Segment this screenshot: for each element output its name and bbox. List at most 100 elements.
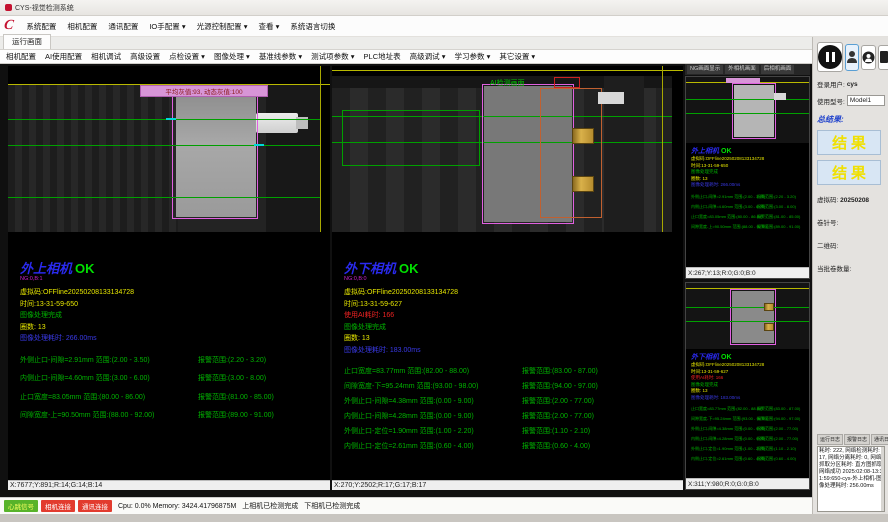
pause-button[interactable] [817, 42, 843, 72]
window-title: CYS-视觉检测系统 [15, 3, 74, 13]
model-select[interactable]: Model1 [847, 95, 885, 106]
log-tab[interactable]: 通讯日志 [871, 434, 888, 445]
measure-line-green [686, 99, 809, 100]
toolbar-item[interactable]: 图像处理 ▾ [214, 51, 250, 62]
toolbar-item[interactable]: 其它设置 ▾ [499, 51, 535, 62]
login-user-value: cys [847, 81, 858, 88]
toolbar-item[interactable]: 学习参数 ▾ [454, 51, 490, 62]
edge-tick-cyan [254, 144, 264, 146]
alarm-range: 报警范围:(94.00 - 97.00) [757, 416, 809, 422]
operator-button[interactable] [861, 45, 876, 70]
log-tab[interactable]: 报警日志 [844, 434, 870, 445]
info-line: 图像处理完成 [20, 310, 330, 322]
ng-tab[interactable]: 外相机画面 [725, 65, 759, 74]
alarm-range: 报警范围:(83.00 - 87.00) [522, 366, 683, 376]
log-text: 耗时: 222, 网络检测耗时: 17, 网络分离耗时: 0, 网络抓取分区耗时… [819, 448, 883, 489]
log-output[interactable]: 耗时: 222, 网络检测耗时: 17, 网络分离耗时: 0, 网络抓取分区耗时… [817, 446, 885, 512]
measurement-row: 外侧止口-间隙=4.38mm 范围:(0.00 - 9.00) 报警范围:(2.… [344, 396, 683, 406]
alarm-range: 报警范围:(2.00 - 77.00) [522, 411, 683, 421]
measurement-row: 内侧止口-间隙=4.60mm 范围:(3.00 - 6.00) 报警范围:(3.… [20, 373, 330, 383]
measurement-value: 内侧止口-间隙=4.60mm 范围:(3.00 - 6.00) [20, 373, 198, 383]
roi-box-magenta [732, 83, 776, 139]
tool-bar: 相机配置 AI使用配置相机调试高级设置点检设置 ▾ 图像处理 ▾ 基准线参数 ▾ 测试项… [0, 50, 812, 64]
menu-item[interactable]: IO手配置 ▾ [149, 21, 185, 32]
camera-image-lower[interactable]: AI检测画面 [332, 66, 683, 232]
toolbar-item[interactable]: 点检设置 ▾ [169, 51, 205, 62]
measurement-value: 间隙宽度-下=95.24mm 范围:(93.00 - 98.00) [344, 381, 522, 391]
toolbar-item[interactable]: AI使用配置 [45, 51, 82, 62]
user-login-button[interactable] [845, 44, 859, 71]
info-line: 图像处理耗时: 266.00ms [20, 333, 330, 345]
measurement-row: 间隙宽度-上=90.50mm 范围:(88.00 - 92.00) 报警范围:(… [691, 224, 809, 230]
measurement-value: 内侧止口-间隙=4.60mm 范围:(3.00 - 6.00) [691, 204, 757, 210]
lower-camera-status: 下相机已检测完成 [304, 501, 360, 511]
ng-thumb-top [686, 77, 809, 143]
tab-run-screen[interactable]: 运行画面 [3, 34, 51, 49]
result-status-badge: OK [399, 261, 419, 276]
result-panel-upper: 外上相机 OK NG:0,B:1 虚拟码:OFFline202502081331… [8, 232, 330, 480]
edge-tick-cyan [166, 118, 176, 120]
log-scrollbar[interactable] [881, 447, 884, 511]
menu-item[interactable]: 光源控制配置 ▾ [197, 21, 248, 32]
pixel-coord-bar-ng-bottom: X:311;Y:980;R:0;G:0;B:0 [686, 478, 809, 489]
ng-tab[interactable]: 后相机画面 [761, 65, 795, 74]
camera-image-upper[interactable]: 平均灰值:93, 动态灰值:100 [8, 66, 330, 232]
measure-line-green [686, 307, 809, 308]
user-icon [846, 50, 858, 64]
info-line: 使用AI耗时: 166 [344, 310, 683, 322]
alarm-range: 报警范围:(89.00 - 91.00) [757, 224, 809, 230]
main-area: 平均灰值:93, 动态灰值:100 外上相机 OK NG:0,B:1 虚拟码:O… [0, 64, 812, 497]
ng-tab[interactable]: NG画面显示 [687, 65, 723, 74]
measurement-row: 间隙宽度-上=90.50mm 范围:(88.00 - 92.00) 报警范围:(… [20, 410, 330, 420]
toolbar-item[interactable]: 高级设置 [130, 51, 160, 62]
measurement-value: 外侧止口-间隙=2.91mm 范围:(2.00 - 3.50) [20, 355, 198, 365]
menu-item[interactable]: 系统配置 [26, 21, 56, 32]
result-header: 外下相机 OK [344, 258, 683, 277]
menu-item[interactable]: 系统语言切换 [290, 21, 335, 32]
toolbar-item[interactable]: 相机调试 [91, 51, 121, 62]
toolbar-item[interactable]: 相机配置 [6, 51, 36, 62]
gold-contact [764, 303, 774, 311]
measurement-value: 止口宽度=83.05mm 范围:(80.00 - 86.00) [691, 214, 757, 220]
menu-item[interactable]: 相机配置 [67, 21, 97, 32]
info-line: 圈数: 13 [20, 322, 330, 334]
upper-camera-status: 上相机已检测完成 [242, 501, 298, 511]
measurement-row: 外侧止口-定位=1.90mm 范围:(1.00 - 2.20) 报警范围:(1.… [344, 426, 683, 436]
measurement-value: 外侧止口-间隙=2.91mm 范围:(2.00 - 3.50) [691, 194, 757, 200]
toolbar-item[interactable]: 基准线参数 ▾ [259, 51, 302, 62]
edge-yellow-line [662, 66, 663, 232]
log-tab[interactable]: 运行日志 [817, 434, 843, 445]
measurement-value: 内侧止口-定位=2.61mm 范围:(0.60 - 4.00) [344, 441, 522, 451]
menu-items: 系统配置相机配置通讯配置 IO手配置 ▾ 光源控制配置 ▾ 查看 ▾ 系统语言切换 [26, 21, 335, 32]
ng-view-top[interactable]: 外上相机 OK 虚拟码:OFFline20250208133134728时间:1… [685, 76, 810, 279]
info-line: 图像处理耗时: 183.00ms [344, 345, 683, 357]
camera-name-label: 外上相机 [691, 146, 719, 156]
info-lines: 虚拟码:OFFline20250208133134728时间:13-31-59-… [20, 287, 330, 345]
measurement-row: 内侧止口-定位=2.61mm 范围:(0.60 - 4.00) 报警范围:(0.… [691, 456, 809, 462]
measurement-value: 止口宽度=83.77mm 范围:(82.00 - 88.00) [344, 366, 522, 376]
alarm-range: 报警范围:(2.20 - 3.20) [198, 355, 330, 365]
ai-view-label: AI检测画面 [490, 78, 525, 88]
alarm-range: 报警范围:(81.00 - 85.00) [198, 392, 330, 402]
menu-item[interactable]: 通讯配置 [108, 21, 138, 32]
info-line: 图像处理耗时: 183.00ms [691, 395, 809, 402]
result-status-badge: OK [721, 148, 732, 155]
virtual-code-value: 20250208 [840, 197, 869, 204]
measurement-row: 外侧止口-间隙=2.91mm 范围:(2.00 - 3.50) 报警范围:(2.… [691, 194, 809, 200]
bottom-band [0, 514, 888, 522]
toolbar-item[interactable]: 高级调试 ▾ [410, 51, 446, 62]
cpu-memory-label: Cpu: 0.0% Memory: 3424.41796875M [118, 503, 236, 510]
ng-view-bottom[interactable]: 外下相机 OK 虚拟码:OFFline20250208133134728时间:1… [685, 282, 810, 490]
measurement-value: 内侧止口-间隙=4.28mm 范围:(0.00 - 9.00) [344, 411, 522, 421]
info-line: 圈数: 13 [344, 333, 683, 345]
menu-item[interactable]: 查看 ▾ [258, 21, 279, 32]
info-line: 时间:13-31-59-627 [344, 299, 683, 311]
measurement-value: 间隙宽度-下=95.24mm 范围:(93.00 - 98.00) [691, 416, 757, 422]
toolbar-item[interactable]: PLC地址表 [364, 51, 401, 62]
camera-name-label: 外上相机 [20, 258, 72, 277]
toolbar-item[interactable]: 测试项参数 ▾ [311, 51, 354, 62]
exit-button[interactable] [878, 45, 888, 70]
measurement-value: 止口宽度=83.77mm 范围:(82.00 - 88.00) [691, 406, 757, 412]
machine-texture [8, 85, 178, 232]
result-header: 外下相机 OK [691, 352, 809, 362]
